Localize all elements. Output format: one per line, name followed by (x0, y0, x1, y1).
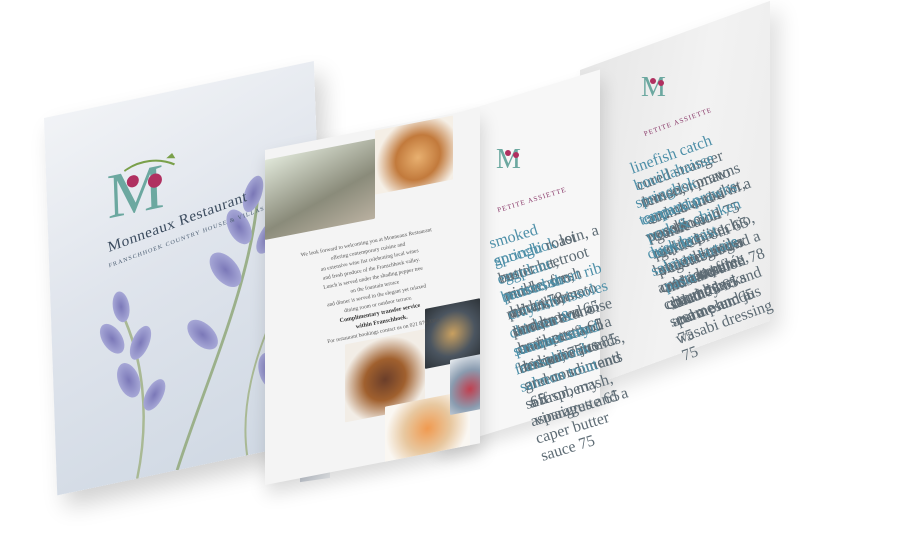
terrace-photo (265, 138, 375, 240)
dessert-photo (375, 115, 453, 195)
svg-text:M: M (496, 144, 521, 172)
monneaux-logo-icon: M (496, 144, 521, 172)
berries-photo (450, 352, 480, 416)
brochure-mockup: M Monneaux Restaurant FRANSCHHOEK COUNTR… (0, 0, 904, 542)
monneaux-logo-icon: M (641, 72, 666, 100)
svg-text:M: M (641, 72, 666, 100)
svg-text:M: M (106, 150, 165, 231)
